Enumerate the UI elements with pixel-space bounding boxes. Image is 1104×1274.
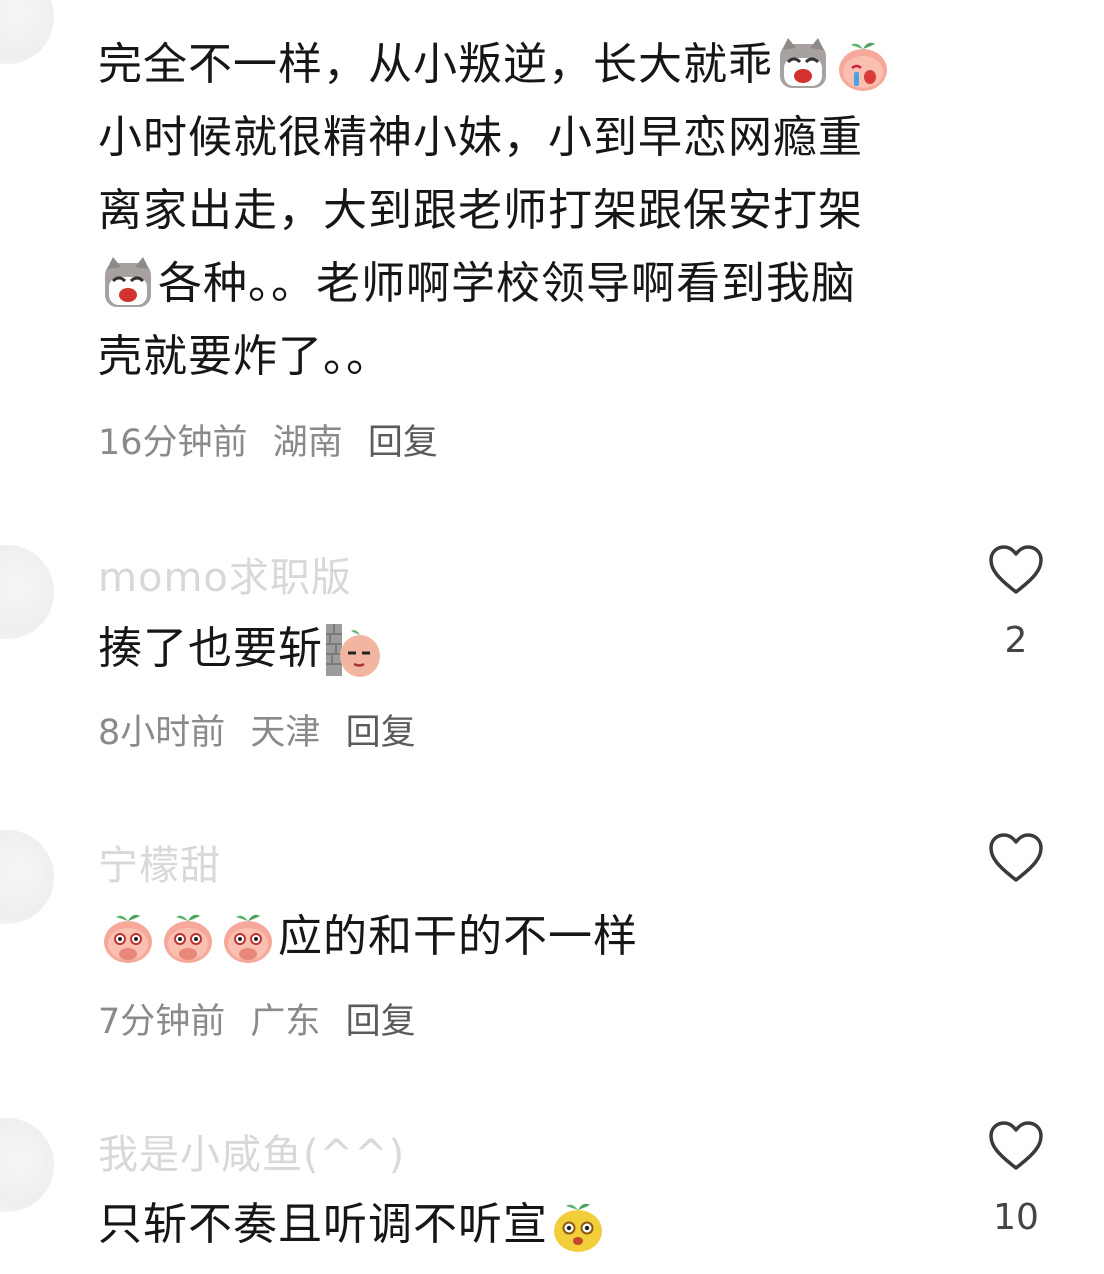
comment-location: 湖南 [272, 423, 343, 463]
comment-text: 完全不一样，从小叛逆，长大就乖 小时候就很精神小妹，小到早恋网瘾重 离家出走，大… [98, 28, 893, 393]
comment-meta: 16分钟前 湖南 回复 [98, 414, 452, 465]
peach-crying-sticker [839, 42, 887, 91]
avatar[interactable] [0, 0, 54, 64]
comment-line: 应的和干的不一样 [98, 900, 638, 973]
comment-line: 各种。。老师啊学校领导啊看到我脑 [98, 247, 893, 320]
username[interactable]: 宁檬甜 [98, 833, 221, 891]
comment-text: 只斩不奏且听调不听宣 [98, 1188, 608, 1261]
comment-location: 广东 [250, 1002, 321, 1042]
cat-crying-sticker [103, 255, 153, 308]
heart-outline-icon[interactable] [988, 1120, 1044, 1172]
comment-time: 8小时前 [98, 713, 226, 753]
reply-button[interactable]: 回复 [346, 713, 416, 753]
comment-line-text: 完全不一样，从小叛逆，长大就乖 [98, 39, 773, 90]
peach-peeking-wall-sticker [326, 623, 380, 677]
heart-outline-icon[interactable] [988, 832, 1044, 884]
like-count: 2 [1004, 620, 1028, 661]
reply-button[interactable]: 回复 [346, 1002, 416, 1042]
comment-line-text: 只斩不奏且听调不听宣 [98, 1199, 548, 1250]
comment-time: 16分钟前 [98, 423, 248, 463]
username[interactable]: 我是小咸鱼(^^) [98, 1122, 405, 1180]
comment-meta: 7分钟前 广东 回复 [98, 993, 430, 1044]
comment-text: 揍了也要斩 [98, 612, 383, 685]
comment-line: 壳就要炸了。。 [98, 331, 391, 382]
comment-line: 完全不一样，从小叛逆，长大就乖 [98, 28, 893, 101]
comment-line-text: 各种。。老师啊学校领导啊看到我脑 [158, 258, 856, 309]
avatar[interactable] [0, 545, 54, 639]
peach-covering-mouth-sticker [224, 914, 272, 963]
comment-line: 小时候就很精神小妹，小到早恋网瘾重 [98, 112, 863, 163]
comment-location: 天津 [250, 713, 321, 753]
heart-outline-icon[interactable] [988, 544, 1044, 596]
cat-crying-sticker [778, 36, 828, 89]
avatar[interactable] [0, 830, 54, 924]
comment-line: 揍了也要斩 [98, 612, 383, 685]
comment-time: 7分钟前 [98, 1002, 226, 1042]
avatar[interactable] [0, 1118, 54, 1212]
comment-line-text: 应的和干的不一样 [278, 911, 638, 962]
comment-line-text: 揍了也要斩 [98, 623, 323, 674]
comment-line: 离家出走，大到跟老师打架跟保安打架 [98, 185, 863, 236]
comment-line: 只斩不奏且听调不听宣 [98, 1188, 608, 1261]
peach-covering-mouth-sticker [104, 914, 152, 963]
yellow-peach-shocked-sticker [554, 1203, 602, 1252]
like-count: 10 [993, 1197, 1039, 1238]
comment-meta: 8小时前 天津 回复 [98, 704, 430, 755]
reply-button[interactable]: 回复 [368, 423, 438, 463]
comment-text: 应的和干的不一样 [98, 900, 638, 973]
username[interactable]: momo求职版 [98, 545, 352, 603]
peach-covering-mouth-sticker [164, 914, 212, 963]
